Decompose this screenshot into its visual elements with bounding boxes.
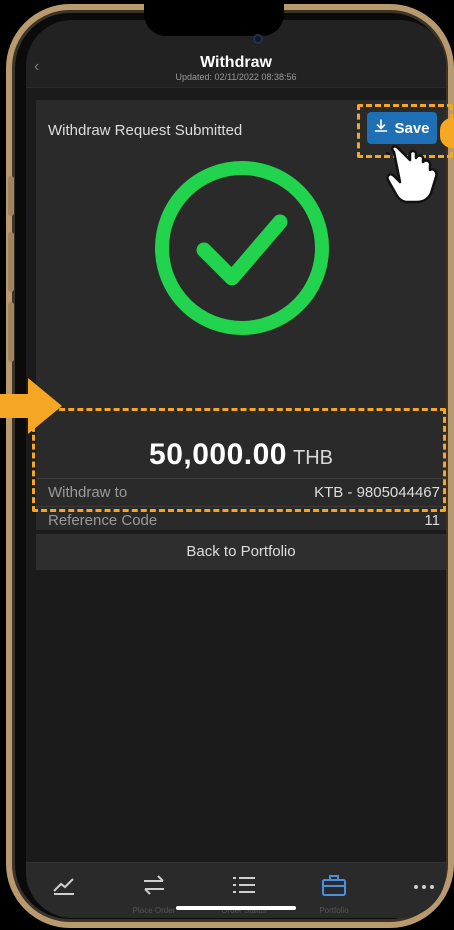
- more-icon: [411, 873, 437, 902]
- phone-side-button: [8, 302, 14, 362]
- back-to-portfolio-button[interactable]: Back to Portfolio: [36, 534, 446, 570]
- tab-portfolio[interactable]: Portfolio: [314, 873, 354, 915]
- updated-timestamp: Updated: 02/11/2022 08:38:56: [175, 72, 297, 82]
- phone-side-button: [8, 232, 14, 292]
- chart-line-icon: [51, 873, 77, 902]
- pointing-hand-icon: [383, 139, 452, 206]
- page-title: Withdraw: [200, 54, 272, 71]
- request-status-label: Withdraw Request Submitted: [48, 122, 243, 139]
- tab-label: Place Order: [132, 906, 176, 915]
- check-circle-icon: [152, 158, 332, 338]
- phone-notch: [144, 0, 284, 36]
- home-indicator: [176, 906, 296, 910]
- detail-label: Reference Code: [48, 512, 158, 529]
- amount-highlight-box: [32, 408, 446, 512]
- list-icon: [231, 873, 257, 902]
- tab-order-status[interactable]: Order Status: [221, 873, 267, 915]
- phone-side-button: [8, 176, 14, 216]
- briefcase-icon: [321, 873, 347, 902]
- camera-icon: [253, 34, 263, 44]
- tab-chart[interactable]: [44, 873, 84, 909]
- tab-label: Portfolio: [319, 906, 349, 915]
- detail-value: 11: [424, 512, 440, 529]
- swap-arrows-icon: [141, 873, 167, 902]
- arrow-right-icon: [0, 378, 62, 434]
- tab-place-order[interactable]: Place Order: [133, 873, 175, 915]
- tab-more[interactable]: [404, 873, 444, 909]
